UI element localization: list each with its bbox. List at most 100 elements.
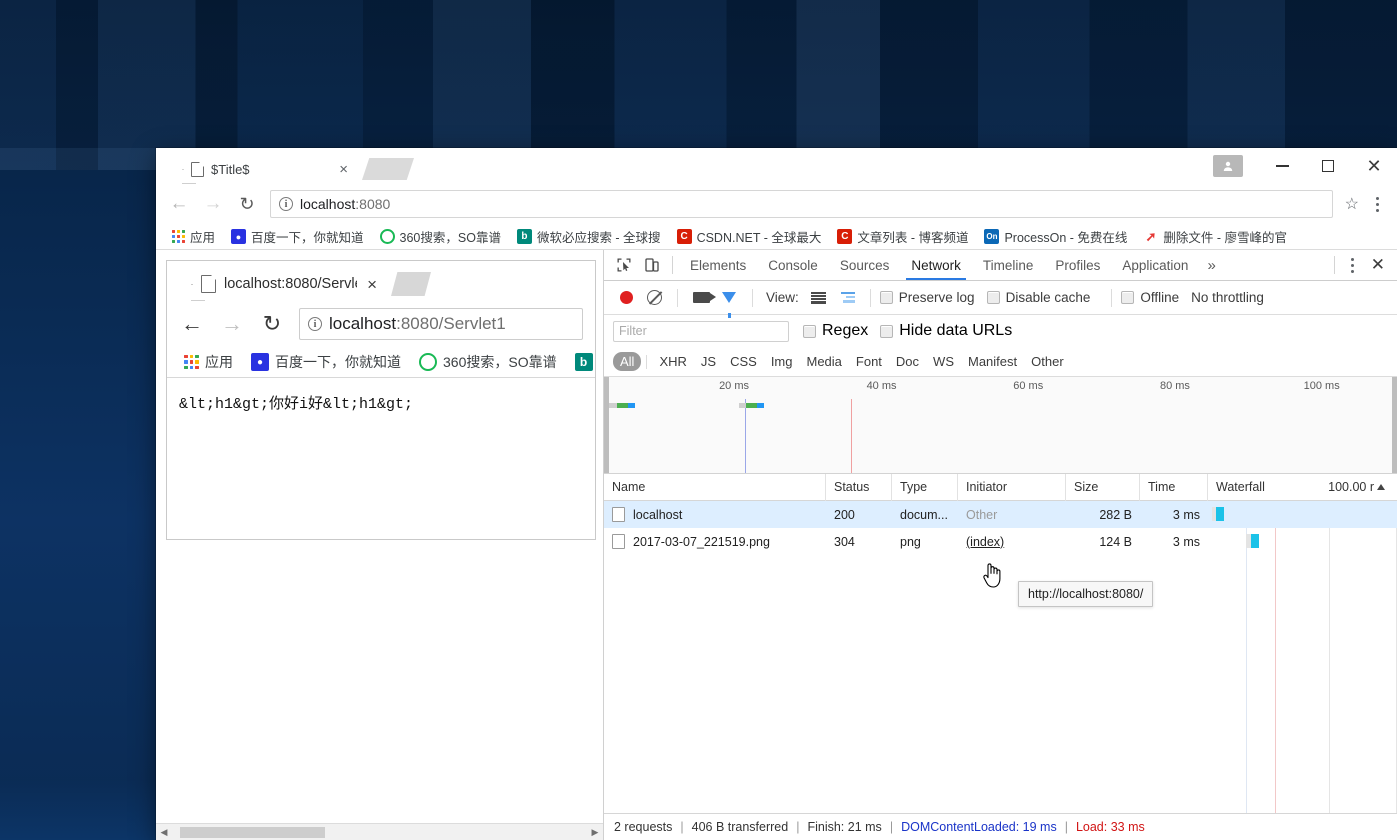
type-filter-font[interactable]: Font — [849, 352, 889, 371]
type-filter-all[interactable]: All — [613, 352, 642, 371]
devtools-close-icon[interactable]: ✕ — [1365, 255, 1397, 275]
tab-sources[interactable]: Sources — [829, 250, 901, 280]
throttling-select[interactable]: No throttling — [1191, 290, 1264, 305]
site-info-icon[interactable]: i — [308, 317, 322, 331]
minimize-button[interactable] — [1259, 148, 1305, 184]
tab-profiles[interactable]: Profiles — [1044, 250, 1111, 280]
row-checkbox-icon[interactable] — [612, 507, 625, 522]
cell-initiator[interactable]: (index) — [958, 528, 1066, 555]
cell-name[interactable]: localhost — [604, 501, 826, 528]
type-filter-other[interactable]: Other — [1024, 352, 1071, 371]
type-filter-media[interactable]: Media — [799, 352, 848, 371]
bookmark-360[interactable]: 360搜索，SO靠谱 — [372, 227, 509, 246]
back-button[interactable]: ← — [162, 187, 196, 221]
type-filter-doc[interactable]: Doc — [889, 352, 926, 371]
scrollbar-track[interactable] — [172, 824, 587, 840]
forward-button[interactable]: → — [196, 187, 230, 221]
bookmark-label: 应用 — [190, 231, 216, 245]
close-window-button[interactable]: ✕ — [1351, 148, 1397, 184]
type-filter-js[interactable]: JS — [694, 352, 723, 371]
apps-grid-icon — [184, 354, 199, 370]
device-toolbar-icon[interactable] — [638, 251, 666, 279]
bookmark-star-icon[interactable]: ☆ — [1339, 194, 1365, 214]
viewport-horizontal-scrollbar[interactable]: ◀ ▶ — [156, 823, 603, 840]
column-header-type[interactable]: Type — [892, 473, 958, 501]
apps-grid-icon — [172, 230, 185, 243]
address-bar[interactable]: i localhost:8080 — [270, 190, 1333, 218]
inner-address-bar[interactable]: i localhost:8080/Servlet1 — [299, 308, 583, 340]
column-header-time[interactable]: Time — [1140, 473, 1208, 501]
reload-button[interactable]: ↻ — [230, 187, 264, 221]
inner-address-text: localhost:8080/Servlet1 — [329, 314, 506, 334]
column-header-status[interactable]: Status — [826, 473, 892, 501]
bookmark-apps[interactable]: 应用 — [164, 227, 223, 246]
inner-tab-close-icon[interactable]: × — [365, 276, 379, 293]
offline-checkbox[interactable]: Offline — [1121, 290, 1179, 305]
bookmark-csdn[interactable]: C CSDN.NET - 全球最大 — [669, 227, 830, 246]
clear-button[interactable] — [640, 284, 668, 312]
bookmark-processon[interactable]: On ProcessOn - 免费在线 — [976, 227, 1135, 246]
inner-bookmark-360[interactable]: 360搜索，SO靠谱 — [410, 352, 566, 372]
row-checkbox-icon[interactable] — [612, 534, 625, 549]
devtools-menu-button[interactable] — [1341, 257, 1365, 273]
profile-avatar-icon[interactable] — [1213, 155, 1243, 177]
bookmark-bing[interactable]: b 微软必应搜索 - 全球搜 — [509, 227, 669, 246]
browser-tab[interactable]: $Title$ × — [168, 154, 358, 184]
tab-network[interactable]: Network — [900, 250, 972, 280]
window-controls: ✕ — [1213, 148, 1397, 184]
inner-bookmark-apps[interactable]: 应用 — [175, 352, 242, 372]
inner-back-button[interactable]: ← — [173, 305, 211, 343]
cell-initiator: Other — [958, 501, 1066, 528]
tab-close-icon[interactable]: × — [337, 162, 350, 177]
scrollbar-thumb[interactable] — [180, 826, 325, 838]
site-info-icon[interactable]: i — [279, 197, 293, 211]
inner-bookmark-baidu[interactable]: ● 百度一下，你就知道 — [242, 352, 410, 372]
inner-browser-tab[interactable]: localhost:8080/Servlet1 × — [177, 267, 387, 301]
type-filter-img[interactable]: Img — [764, 352, 800, 371]
inner-forward-button[interactable]: → — [213, 305, 251, 343]
filter-input[interactable] — [613, 320, 789, 342]
scroll-right-icon[interactable]: ▶ — [587, 827, 603, 838]
initiator-link[interactable]: (index) — [966, 535, 1004, 549]
capture-screenshots-button[interactable] — [687, 284, 716, 312]
table-row[interactable]: localhost 200 docum... Other 282 B 3 ms — [604, 501, 1397, 528]
filter-toggle-button[interactable] — [715, 284, 743, 318]
tab-application[interactable]: Application — [1111, 250, 1199, 280]
chrome-menu-button[interactable] — [1365, 196, 1389, 212]
bookmark-liaoxuefeng[interactable]: ➚ 删除文件 - 廖雪峰的官 — [1135, 227, 1295, 246]
inner-reload-button[interactable]: ↻ — [253, 305, 291, 343]
bookmark-baidu[interactable]: ● 百度一下，你就知道 — [223, 227, 372, 246]
new-tab-ghost[interactable] — [362, 158, 414, 180]
hide-data-urls-checkbox[interactable]: Hide data URLs — [880, 322, 1012, 340]
bookmark-csdn-articles[interactable]: C 文章列表 - 博客频道 — [829, 227, 976, 246]
chrome-browser-window: $Title$ × ✕ ← → ↻ i localhost:8080 ☆ 应用 … — [156, 148, 1397, 840]
view-waterfall-button[interactable] — [833, 284, 861, 312]
tab-timeline[interactable]: Timeline — [972, 250, 1045, 280]
type-filter-css[interactable]: CSS — [723, 352, 764, 371]
column-header-name[interactable]: Name — [604, 473, 826, 501]
inner-bookmark-bing[interactable]: b — [566, 353, 595, 371]
disable-cache-checkbox[interactable]: Disable cache — [986, 290, 1090, 305]
csdn-icon: C — [676, 229, 692, 244]
type-filter-ws[interactable]: WS — [926, 352, 961, 371]
column-header-waterfall[interactable]: Waterfall 100.00 r — [1208, 474, 1397, 501]
type-filter-xhr[interactable]: XHR — [652, 352, 693, 371]
scroll-left-icon[interactable]: ◀ — [156, 827, 172, 838]
inspect-element-icon[interactable] — [610, 251, 638, 279]
cell-name[interactable]: 2017-03-07_221519.png — [604, 528, 826, 555]
tab-console[interactable]: Console — [757, 250, 829, 280]
column-header-initiator[interactable]: Initiator — [958, 473, 1066, 501]
regex-checkbox[interactable]: Regex — [803, 322, 868, 340]
record-button[interactable] — [612, 284, 640, 312]
tab-elements[interactable]: Elements — [679, 250, 757, 280]
view-list-button[interactable] — [805, 284, 833, 312]
table-row[interactable]: 2017-03-07_221519.png 304 png (index) 12… — [604, 528, 1397, 555]
clear-icon — [646, 290, 662, 305]
more-tabs-icon[interactable]: » — [1199, 257, 1223, 274]
inner-new-tab-ghost[interactable] — [391, 272, 431, 296]
maximize-button[interactable] — [1305, 148, 1351, 184]
type-filter-manifest[interactable]: Manifest — [961, 352, 1024, 371]
preserve-log-checkbox[interactable]: Preserve log — [879, 290, 975, 305]
column-header-size[interactable]: Size — [1066, 473, 1140, 501]
network-overview-timeline[interactable]: 20 ms 40 ms 60 ms 80 ms 100 ms — [604, 377, 1397, 474]
